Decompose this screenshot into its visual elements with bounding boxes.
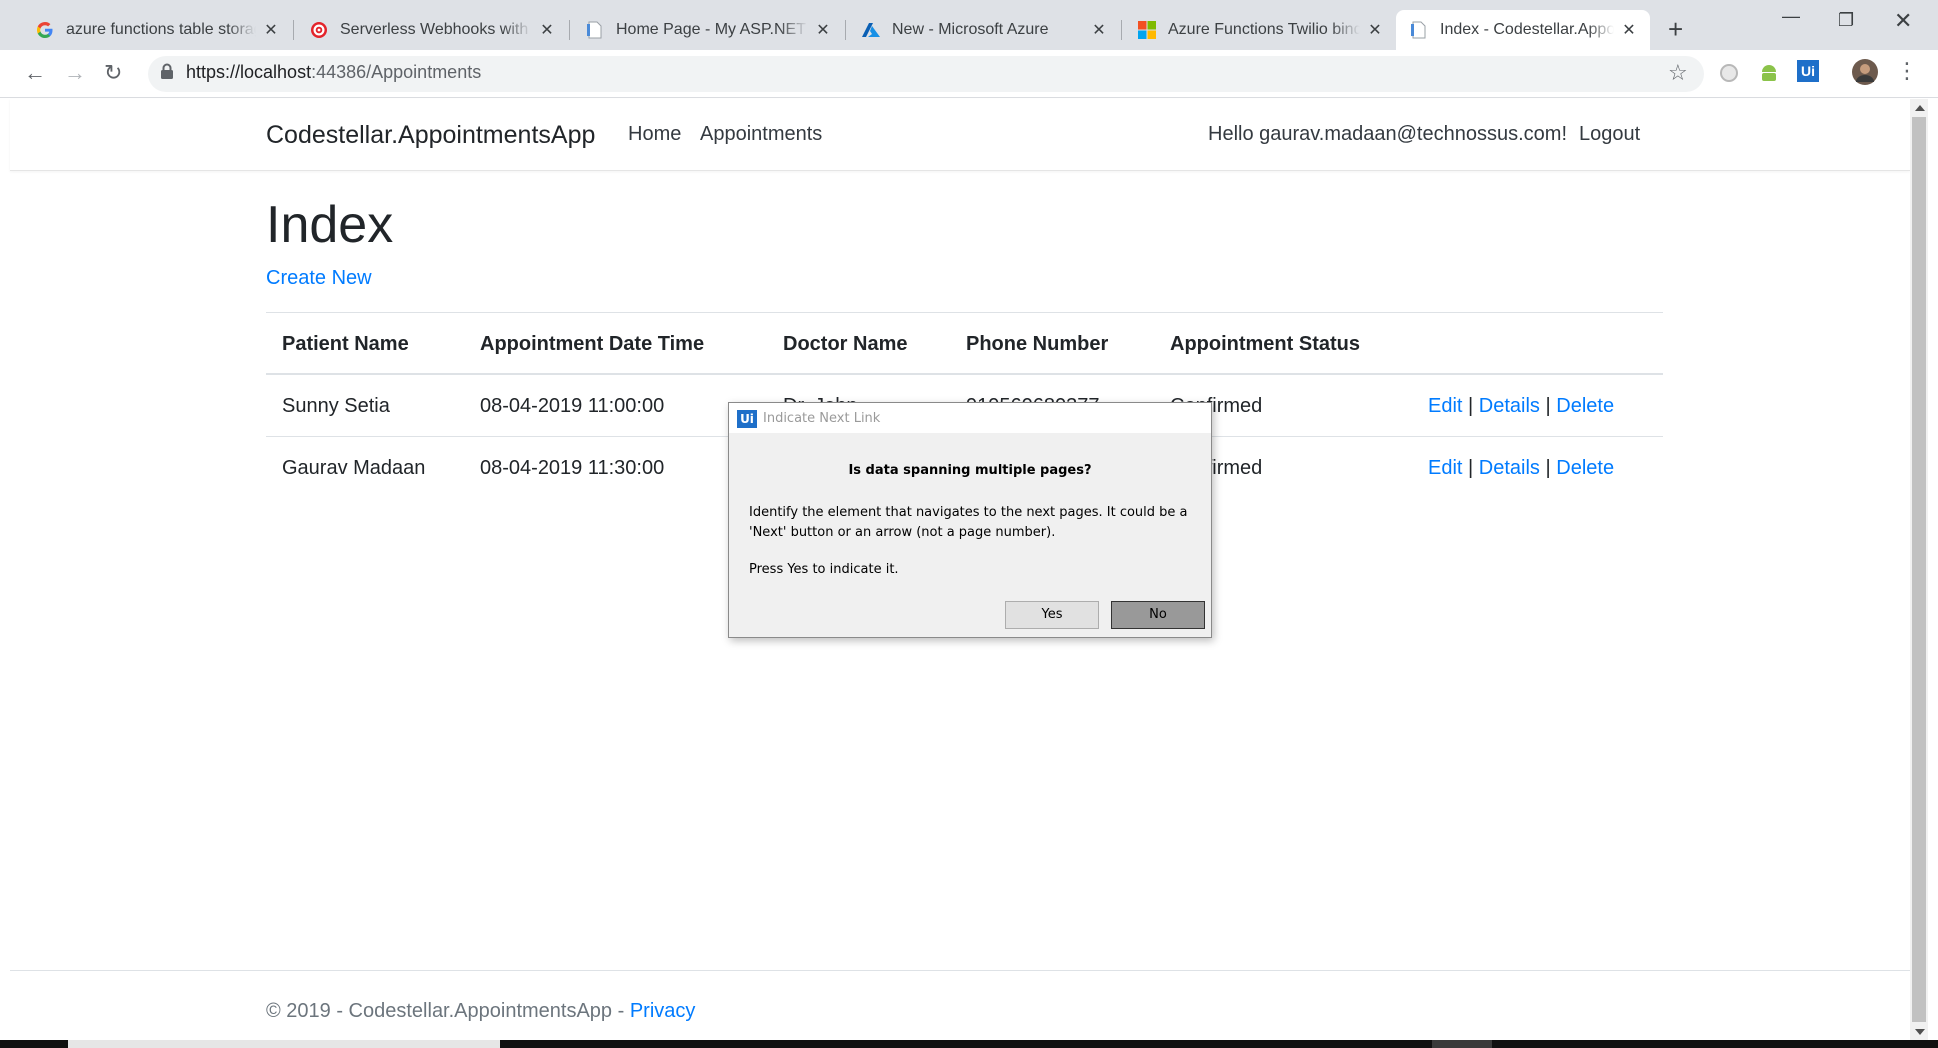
uipath-extension-icon[interactable]: Ui <box>1797 60 1819 82</box>
column-header: Appointment Date Time <box>480 333 705 355</box>
google-icon <box>36 21 54 39</box>
column-header: Phone Number <box>966 333 1109 355</box>
avatar[interactable] <box>1852 59 1878 85</box>
tab-separator <box>845 20 846 40</box>
android-icon[interactable] <box>1758 62 1780 84</box>
dialog-titlebar: Ui Indicate Next Link <box>729 403 1211 433</box>
action-separator: | <box>1545 395 1551 417</box>
dialog-title: Indicate Next Link <box>763 411 881 426</box>
appointment-datetime: 08-04-2019 11:30:00 <box>480 457 665 479</box>
details-link[interactable]: Details <box>1479 395 1540 417</box>
lock-icon <box>161 63 173 79</box>
taskbar-item[interactable] <box>68 1040 500 1048</box>
back-icon[interactable]: ← <box>24 60 46 86</box>
row-actions: Edit | Details | Delete <box>1428 395 1614 418</box>
site-brand[interactable]: Codestellar.AppointmentsApp <box>266 121 595 150</box>
tab-strip: azure functions table storage ✕ Serverle… <box>0 0 1938 50</box>
menu-icon[interactable]: ⋮ <box>1896 58 1918 84</box>
user-greeting[interactable]: Hello gaurav.madaan@technossus.com! <box>1208 123 1567 146</box>
dialog-instruction: Press Yes to indicate it. <box>749 562 899 577</box>
delete-link[interactable]: Delete <box>1556 395 1614 417</box>
site-navbar: Codestellar.AppointmentsApp Home Appoint… <box>10 99 1910 171</box>
tab-title: Index - Codestellar.Appointments <box>1440 21 1614 38</box>
new-tab-icon[interactable]: + <box>1668 14 1683 45</box>
tab-separator <box>293 20 294 40</box>
browser-tab[interactable]: New - Microsoft Azure ✕ <box>848 10 1120 50</box>
action-separator: | <box>1545 457 1551 479</box>
close-window-icon[interactable]: ✕ <box>1894 8 1912 34</box>
action-separator: | <box>1468 395 1474 417</box>
scroll-down-icon[interactable] <box>1915 1029 1925 1035</box>
url-scheme: https://localhost <box>186 62 312 82</box>
star-icon[interactable]: ☆ <box>1668 60 1688 86</box>
azure-icon <box>862 21 880 39</box>
close-tab-icon[interactable]: ✕ <box>1366 20 1384 40</box>
page-icon <box>1410 21 1428 39</box>
tab-title: Azure Functions Twilio binding <box>1168 21 1360 38</box>
target-icon <box>310 21 328 39</box>
tab-title: azure functions table storage <box>66 21 256 38</box>
column-header: Doctor Name <box>783 333 908 355</box>
edit-link[interactable]: Edit <box>1428 457 1462 479</box>
footer-divider <box>10 970 1910 971</box>
close-tab-icon[interactable]: ✕ <box>814 20 832 40</box>
details-link[interactable]: Details <box>1479 457 1540 479</box>
browser-tab[interactable]: Serverless Webhooks with Azure ✕ <box>296 10 568 50</box>
extension-circle-icon[interactable] <box>1718 62 1740 84</box>
column-header: Appointment Status <box>1170 333 1360 355</box>
uipath-logo-icon: Ui <box>737 410 757 428</box>
privacy-link[interactable]: Privacy <box>630 1000 696 1022</box>
minimize-icon[interactable]: — <box>1782 6 1800 27</box>
dialog-question: Is data spanning multiple pages? <box>848 463 1092 478</box>
indicate-next-link-dialog: Ui Indicate Next Link Is data spanning m… <box>728 402 1212 638</box>
microsoft-icon <box>1138 21 1156 39</box>
browser-tab[interactable]: azure functions table storage ✕ <box>22 10 292 50</box>
site-footer: © 2019 - Codestellar.AppointmentsApp - P… <box>266 1000 695 1023</box>
scroll-up-icon[interactable] <box>1915 105 1925 111</box>
delete-link[interactable]: Delete <box>1556 457 1614 479</box>
page-icon <box>586 21 604 39</box>
appointment-datetime: 08-04-2019 11:00:00 <box>480 395 665 417</box>
column-header: Patient Name <box>282 333 409 355</box>
scrollbar-thumb[interactable] <box>1912 117 1926 1022</box>
tab-title: Home Page - My ASP.NET App <box>616 21 808 38</box>
forward-icon[interactable]: → <box>64 60 86 86</box>
url-path: /Appointments <box>366 62 482 82</box>
action-separator: | <box>1468 457 1474 479</box>
close-tab-icon[interactable]: ✕ <box>1090 20 1108 40</box>
patient-name: Gaurav Madaan <box>282 457 426 479</box>
table-header: Patient Name Appointment Date Time Docto… <box>266 312 1663 374</box>
page-scrollbar[interactable] <box>1910 99 1928 1044</box>
close-tab-icon[interactable]: ✕ <box>262 20 280 40</box>
browser-tab-active[interactable]: Index - Codestellar.Appointments ✕ <box>1396 10 1650 50</box>
yes-button[interactable]: Yes <box>1005 601 1099 629</box>
no-button[interactable]: No <box>1111 601 1205 629</box>
close-tab-icon[interactable]: ✕ <box>1620 20 1638 40</box>
tab-title: Serverless Webhooks with Azure <box>340 21 532 38</box>
tab-title: New - Microsoft Azure <box>892 21 1049 38</box>
reload-icon[interactable]: ↻ <box>104 60 122 86</box>
taskbar-item[interactable] <box>1432 1040 1492 1048</box>
browser-tab[interactable]: Azure Functions Twilio binding ✕ <box>1124 10 1396 50</box>
logout-button[interactable]: Logout <box>1579 123 1640 146</box>
footer-text: © 2019 - Codestellar.AppointmentsApp - <box>266 1000 630 1022</box>
restore-icon[interactable]: ❐ <box>1838 10 1854 31</box>
page-title: Index <box>266 196 394 254</box>
row-actions: Edit | Details | Delete <box>1428 457 1614 480</box>
address-url[interactable]: https://localhost:44386/Appointments <box>186 62 481 83</box>
os-taskbar <box>0 1040 1938 1048</box>
tab-separator <box>569 20 570 40</box>
create-new-link[interactable]: Create New <box>266 267 372 290</box>
nav-appointments[interactable]: Appointments <box>700 123 822 146</box>
dialog-body: Identify the element that navigates to t… <box>749 505 1188 540</box>
tab-separator <box>1121 20 1122 40</box>
nav-home[interactable]: Home <box>628 123 681 146</box>
close-tab-icon[interactable]: ✕ <box>538 20 556 40</box>
url-port: :44386 <box>311 62 367 82</box>
edit-link[interactable]: Edit <box>1428 395 1462 417</box>
browser-tab[interactable]: Home Page - My ASP.NET App ✕ <box>572 10 844 50</box>
patient-name: Sunny Setia <box>282 395 390 417</box>
